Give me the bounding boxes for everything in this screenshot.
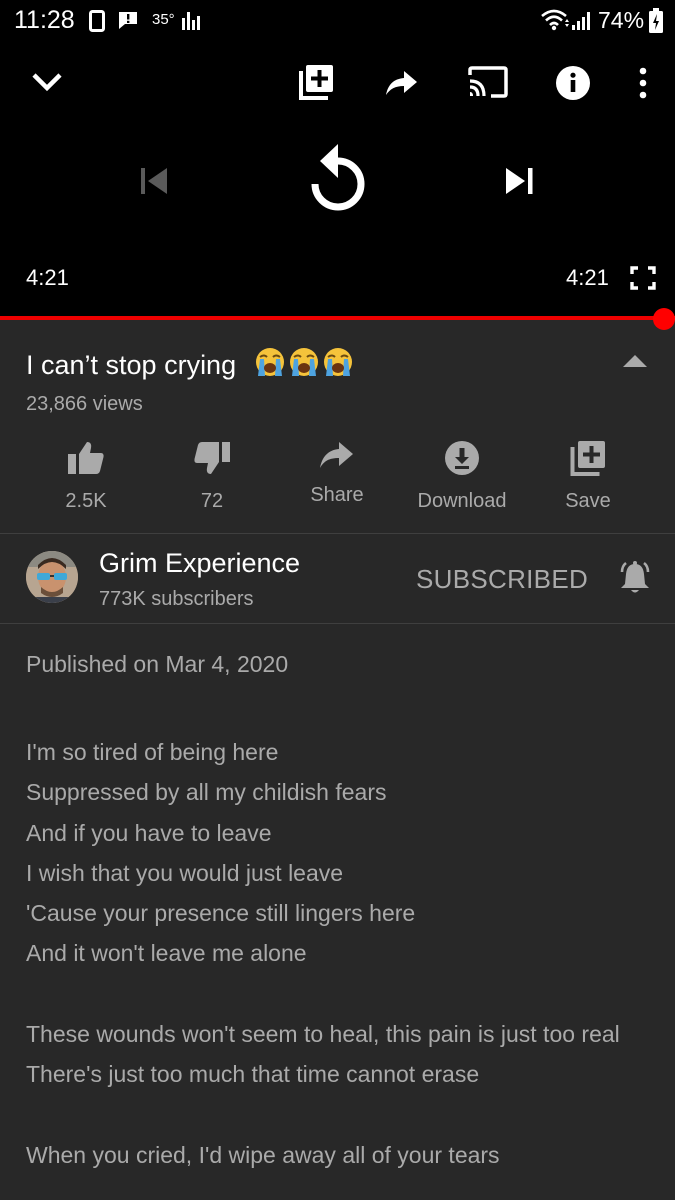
video-title[interactable]: I can’t stop crying (26, 346, 354, 381)
subscribe-button[interactable]: SUBSCRIBED (416, 564, 588, 595)
thumbs-down-icon (194, 442, 230, 474)
description-line: There's just too much that time cannot e… (26, 1061, 480, 1088)
more-options-icon[interactable] (637, 66, 649, 100)
subscriber-count: 773K subscribers (99, 588, 254, 610)
signal-icon (572, 12, 590, 30)
video-player[interactable]: 4:21 4:21 (0, 42, 675, 318)
description-line: 'Cause your presence still lingers here (26, 900, 416, 927)
notification-bell-icon[interactable] (617, 560, 653, 596)
action-bar: 2.5K 72 Share Download Save (0, 432, 675, 532)
publish-date: Published on Mar 4, 2020 (26, 651, 289, 677)
description-line: When you cried, I'd wipe away all of you… (26, 1141, 500, 1168)
stats-icon (182, 12, 200, 30)
crying-face-emoji-icon (323, 348, 352, 376)
current-time: 4:21 (26, 265, 69, 290)
status-battery: 74% (598, 7, 645, 33)
download-icon (445, 441, 479, 475)
minimize-chevron-icon[interactable] (30, 70, 64, 94)
status-time: 11:28 (14, 6, 75, 34)
channel-avatar[interactable] (26, 551, 78, 603)
collapse-details-icon[interactable] (622, 354, 648, 368)
description-line: These wounds won't seem to heal, this pa… (26, 1021, 620, 1048)
fullscreen-icon[interactable] (630, 266, 656, 290)
video-title-text: I can’t stop crying (26, 350, 237, 380)
dislike-count: 72 (200, 490, 224, 512)
download-button[interactable]: Download (399, 432, 525, 513)
add-to-playlist-icon[interactable] (299, 64, 335, 100)
avatar-image (26, 551, 78, 603)
status-temperature: 35° (152, 11, 175, 28)
description-line: I'm so tired of being here (26, 739, 279, 765)
video-description: I'm so tired of being here Suppressed by … (26, 732, 651, 1175)
info-icon[interactable] (555, 65, 591, 101)
description-line (26, 974, 651, 1014)
save-label: Save (565, 490, 611, 512)
description-line: And it won't leave me alone (26, 940, 307, 967)
share-label: Share (310, 484, 364, 506)
share-action-button[interactable]: Share (274, 432, 400, 507)
save-button[interactable]: Save (525, 432, 651, 513)
share-icon (320, 442, 353, 468)
dislike-button[interactable]: 72 (149, 432, 275, 513)
like-button[interactable]: 2.5K (23, 432, 149, 513)
status-bar: 11:28 35° 74% (0, 0, 675, 42)
channel-name[interactable]: Grim Experience (99, 548, 300, 579)
progress-bar[interactable] (0, 316, 675, 320)
save-icon (570, 441, 605, 476)
share-icon[interactable] (386, 70, 418, 96)
like-count: 2.5K (65, 490, 107, 512)
next-icon[interactable] (503, 165, 535, 197)
duration: 4:21 (566, 265, 609, 290)
description-line: I wish that you would just leave (26, 859, 344, 886)
description-line: Suppressed by all my childish fears (26, 779, 387, 806)
description-line (26, 1095, 651, 1135)
divider (0, 623, 675, 624)
wifi-icon (541, 9, 569, 31)
view-count: 23,866 views (26, 393, 143, 415)
download-label: Download (417, 490, 507, 512)
thumbs-up-icon (68, 442, 104, 474)
battery-icon (649, 8, 663, 33)
cast-icon[interactable] (468, 66, 508, 98)
notification-alert-icon (119, 12, 137, 29)
progress-scrubber[interactable] (653, 308, 675, 330)
divider (0, 533, 675, 534)
phone-icon (89, 10, 105, 32)
crying-face-emoji-icon (289, 348, 318, 376)
previous-icon[interactable] (138, 165, 170, 197)
crying-face-emoji-icon (255, 348, 284, 376)
replay-icon[interactable] (302, 136, 374, 218)
description-line: And if you have to leave (26, 819, 272, 846)
